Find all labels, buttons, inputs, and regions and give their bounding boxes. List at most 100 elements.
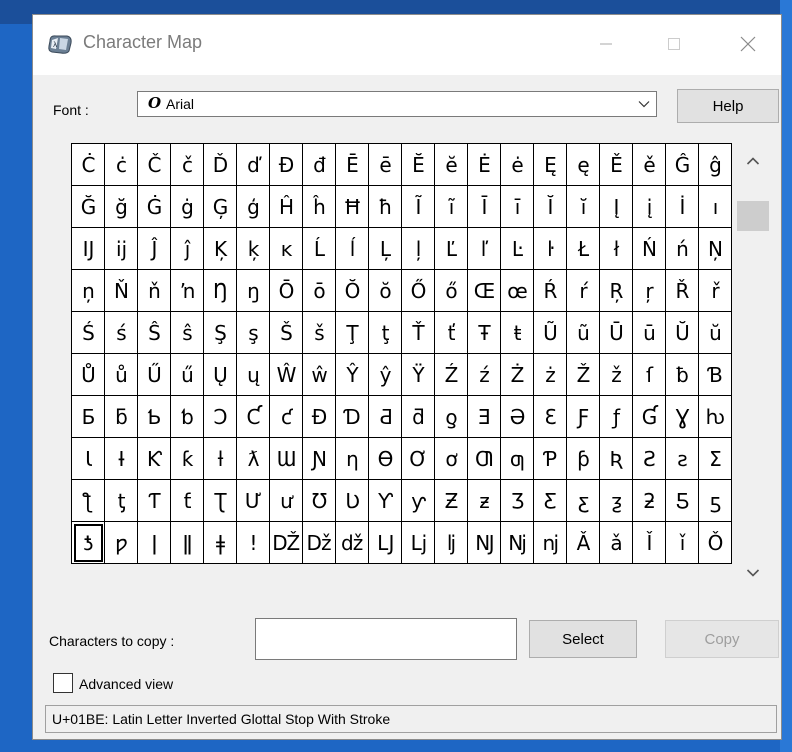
- character-cell[interactable]: Ÿ: [402, 354, 435, 396]
- character-cell[interactable]: ŷ: [369, 354, 402, 396]
- character-cell[interactable]: Ę: [534, 144, 567, 186]
- character-cell[interactable]: Ħ: [336, 186, 369, 228]
- character-cell[interactable]: Ź: [435, 354, 468, 396]
- character-cell[interactable]: Ĺ: [303, 228, 336, 270]
- character-cell[interactable]: ĝ: [699, 144, 732, 186]
- character-cell[interactable]: ŝ: [171, 312, 204, 354]
- character-cell[interactable]: Ņ: [699, 228, 732, 270]
- character-cell[interactable]: Ɵ: [369, 438, 402, 480]
- character-cell[interactable]: Ġ: [138, 186, 171, 228]
- character-cell[interactable]: Đ: [270, 144, 303, 186]
- character-cell[interactable]: ŧ: [501, 312, 534, 354]
- character-cell[interactable]: ũ: [567, 312, 600, 354]
- character-cell[interactable]: ǃ: [237, 522, 270, 564]
- character-cell[interactable]: Ů: [72, 354, 105, 396]
- character-cell[interactable]: ņ: [72, 270, 105, 312]
- character-cell[interactable]: Ũ: [534, 312, 567, 354]
- character-cell[interactable]: ƺ: [600, 480, 633, 522]
- character-cell[interactable]: Ţ: [336, 312, 369, 354]
- character-cell[interactable]: Ł: [567, 228, 600, 270]
- character-cell[interactable]: Ƃ: [72, 396, 105, 438]
- character-cell[interactable]: ě: [633, 144, 666, 186]
- character-cell[interactable]: ư: [270, 480, 303, 522]
- character-cell[interactable]: ń: [666, 228, 699, 270]
- character-cell[interactable]: Š: [270, 312, 303, 354]
- character-cell[interactable]: Ɗ: [336, 396, 369, 438]
- character-cell[interactable]: ţ: [369, 312, 402, 354]
- character-cell[interactable]: Ŋ: [204, 270, 237, 312]
- advanced-view-checkbox[interactable]: [53, 673, 73, 693]
- font-dropdown[interactable]: O Arial: [137, 91, 657, 117]
- character-cell[interactable]: Ǉ: [369, 522, 402, 564]
- character-cell[interactable]: ġ: [171, 186, 204, 228]
- character-cell[interactable]: Ğ: [72, 186, 105, 228]
- character-cell[interactable]: Č: [138, 144, 171, 186]
- character-cell[interactable]: ƞ: [336, 438, 369, 480]
- character-cell[interactable]: Ķ: [204, 228, 237, 270]
- character-cell[interactable]: Ė: [468, 144, 501, 186]
- character-cell[interactable]: Ż: [501, 354, 534, 396]
- character-cell[interactable]: Ŏ: [336, 270, 369, 312]
- character-cell[interactable]: Ē: [336, 144, 369, 186]
- character-cell[interactable]: ė: [501, 144, 534, 186]
- character-cell[interactable]: ĸ: [270, 228, 303, 270]
- character-cell[interactable]: Ƒ: [567, 396, 600, 438]
- character-cell[interactable]: Ƴ: [369, 480, 402, 522]
- character-cell[interactable]: ŉ: [171, 270, 204, 312]
- character-cell[interactable]: ſ: [633, 354, 666, 396]
- character-cell[interactable]: Œ: [468, 270, 501, 312]
- character-cell[interactable]: Ǆ: [270, 522, 303, 564]
- character-cell[interactable]: Ģ: [204, 186, 237, 228]
- character-cell[interactable]: ř: [699, 270, 732, 312]
- character-cell[interactable]: Ǝ: [468, 396, 501, 438]
- character-cell[interactable]: ƅ: [171, 396, 204, 438]
- character-cell[interactable]: ĕ: [435, 144, 468, 186]
- character-cell[interactable]: Ư: [237, 480, 270, 522]
- character-cell[interactable]: ų: [237, 354, 270, 396]
- character-cell[interactable]: Ő: [402, 270, 435, 312]
- character-cell[interactable]: đ: [303, 144, 336, 186]
- character-cell[interactable]: ǋ: [501, 522, 534, 564]
- character-cell[interactable]: Ƶ: [435, 480, 468, 522]
- character-cell[interactable]: Ʊ: [303, 480, 336, 522]
- character-cell[interactable]: Ľ: [435, 228, 468, 270]
- character-cell[interactable]: ƪ: [72, 480, 105, 522]
- character-cell[interactable]: ƕ: [699, 396, 732, 438]
- character-cell[interactable]: Ĭ: [534, 186, 567, 228]
- character-cell[interactable]: Ƈ: [237, 396, 270, 438]
- character-cell[interactable]: ľ: [468, 228, 501, 270]
- character-cell[interactable]: Ť: [402, 312, 435, 354]
- character-cell[interactable]: Ĥ: [270, 186, 303, 228]
- character-cell[interactable]: ǈ: [402, 522, 435, 564]
- minimize-button[interactable]: [583, 25, 629, 63]
- character-cell[interactable]: ď: [237, 144, 270, 186]
- character-cell[interactable]: Ŭ: [666, 312, 699, 354]
- character-cell[interactable]: Į: [600, 186, 633, 228]
- character-cell[interactable]: ƫ: [105, 480, 138, 522]
- character-cell[interactable]: Ƥ: [534, 438, 567, 480]
- character-cell[interactable]: ş: [237, 312, 270, 354]
- character-cell[interactable]: ŵ: [303, 354, 336, 396]
- character-cell[interactable]: ǂ: [204, 522, 237, 564]
- character-cell[interactable]: ŭ: [699, 312, 732, 354]
- character-cell[interactable]: Ƹ: [534, 480, 567, 522]
- character-cell[interactable]: Ń: [633, 228, 666, 270]
- character-cell[interactable]: ğ: [105, 186, 138, 228]
- character-cell[interactable]: ő: [435, 270, 468, 312]
- character-cell[interactable]: ı: [699, 186, 732, 228]
- character-cell[interactable]: ż: [534, 354, 567, 396]
- character-cell[interactable]: ƙ: [171, 438, 204, 480]
- character-cell[interactable]: Ɨ: [105, 438, 138, 480]
- character-cell[interactable]: Ī: [468, 186, 501, 228]
- character-cell[interactable]: ǐ: [666, 522, 699, 564]
- character-cell[interactable]: ō: [303, 270, 336, 312]
- character-cell[interactable]: ł: [600, 228, 633, 270]
- character-cell[interactable]: ƛ: [237, 438, 270, 480]
- character-cell[interactable]: Ş: [204, 312, 237, 354]
- character-cell[interactable]: Ǌ: [468, 522, 501, 564]
- character-cell[interactable]: Ŀ: [501, 228, 534, 270]
- character-cell[interactable]: č: [171, 144, 204, 186]
- character-cell[interactable]: ž: [600, 354, 633, 396]
- character-cell[interactable]: Ʀ: [600, 438, 633, 480]
- character-cell[interactable]: ƚ: [204, 438, 237, 480]
